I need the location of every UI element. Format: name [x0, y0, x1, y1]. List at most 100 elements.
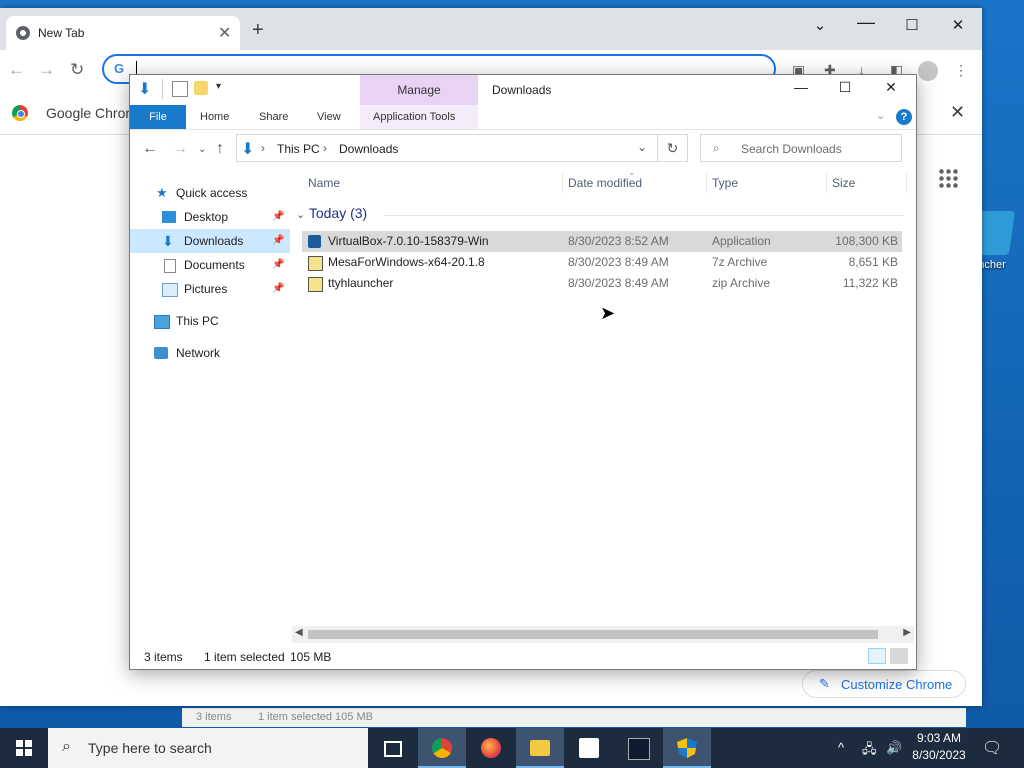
column-divider[interactable] — [906, 173, 907, 193]
address-bar[interactable]: ⬇ › This PC › Downloads ⌄ — [236, 134, 658, 162]
task-view-button[interactable] — [368, 728, 416, 768]
tab-search-icon[interactable]: ⌄ — [800, 16, 840, 34]
horizontal-scrollbar[interactable]: ◀ ▶ — [292, 626, 914, 643]
store-taskbar-button[interactable] — [565, 728, 613, 768]
large-icons-view-icon[interactable] — [890, 648, 908, 664]
chrome-close-button[interactable]: ✕ — [938, 16, 978, 34]
sidebar-item-documents[interactable]: Documents 📌 — [130, 253, 290, 277]
up-icon[interactable]: ↑ — [216, 140, 224, 158]
ribbon-tabs: File Home Share View Application Tools ⌄… — [130, 105, 916, 130]
explorer-title-bar: ⬇ ▾ Manage Downloads — ☐ ✕ — [130, 75, 916, 105]
pin-icon[interactable]: 📌 — [272, 277, 284, 301]
sidebar-item-this-pc[interactable]: This PC — [130, 309, 290, 333]
tab-application-tools[interactable]: Application Tools — [373, 105, 455, 129]
file-date: 8/30/2023 8:49 AM — [568, 276, 669, 290]
explorer-minimize-button[interactable]: — — [778, 79, 824, 95]
virtualbox-icon — [308, 235, 321, 248]
chrome-taskbar-button[interactable] — [418, 728, 466, 768]
pin-icon[interactable]: 📌 — [272, 229, 284, 253]
scroll-thumb[interactable] — [308, 630, 878, 639]
address-dropdown-icon[interactable]: ⌄ — [637, 140, 647, 154]
task-view-icon — [384, 741, 402, 757]
file-name: MesaForWindows-x64-20.1.8 — [328, 255, 485, 269]
scroll-right-icon[interactable]: ▶ — [903, 627, 911, 638]
infobar-close-icon[interactable]: ✕ — [950, 102, 965, 123]
start-button[interactable] — [0, 728, 48, 768]
chrome-menu-icon[interactable]: ⋮ — [954, 62, 968, 79]
tab-file[interactable]: File — [130, 105, 186, 129]
background-status-items: 3 items — [196, 711, 232, 723]
column-header-name[interactable]: Name — [308, 169, 340, 197]
windows-logo-icon — [16, 740, 32, 756]
column-divider[interactable] — [562, 173, 563, 193]
back-icon[interactable]: ← — [142, 140, 158, 158]
pin-icon[interactable]: 📌 — [272, 253, 284, 277]
details-view-icon[interactable] — [868, 648, 886, 664]
tab-view[interactable]: View — [317, 105, 341, 129]
google-apps-icon[interactable] — [938, 168, 958, 188]
group-header[interactable]: ⌄ Today (3) — [296, 205, 367, 221]
explorer-maximize-button[interactable]: ☐ — [822, 79, 868, 96]
manage-contextual-tab[interactable]: Manage — [360, 75, 478, 105]
background-status-bar: 3 items 1 item selected 105 MB — [182, 708, 966, 727]
file-row[interactable]: ttyhlauncher 8/30/2023 8:49 AM zip Archi… — [302, 273, 902, 294]
firefox-icon — [481, 738, 501, 758]
terminal-icon — [628, 738, 650, 760]
scroll-left-icon[interactable]: ◀ — [295, 627, 303, 638]
forward-icon[interactable]: → — [172, 140, 188, 158]
file-row[interactable]: MesaForWindows-x64-20.1.8 8/30/2023 8:49… — [302, 252, 902, 273]
sidebar-item-downloads[interactable]: ⬇ Downloads 📌 — [130, 229, 290, 253]
window-title: Downloads — [492, 83, 552, 97]
sidebar-item-network[interactable]: Network — [130, 341, 290, 365]
sidebar-item-label: Desktop — [184, 210, 229, 224]
installer-taskbar-button[interactable] — [663, 728, 711, 768]
notification-center-icon[interactable]: 🗨 — [982, 738, 1002, 758]
shield-icon — [677, 738, 697, 758]
new-tab-button[interactable]: + — [252, 20, 264, 40]
file-explorer-taskbar-button[interactable] — [516, 728, 564, 768]
reload-icon[interactable]: ↻ — [70, 60, 84, 80]
chrome-maximize-button[interactable]: ☐ — [892, 16, 932, 34]
background-status-selected: 1 item selected 105 MB — [258, 711, 373, 723]
pin-icon[interactable]: 📌 — [272, 205, 284, 229]
file-size: 8,651 KB — [848, 255, 898, 269]
column-divider[interactable] — [826, 173, 827, 193]
column-header-size[interactable]: Size — [832, 169, 855, 197]
tab-home[interactable]: Home — [200, 105, 229, 129]
group-divider — [384, 215, 904, 216]
profile-avatar[interactable] — [918, 61, 938, 81]
show-hidden-icons-icon[interactable]: ^ — [838, 740, 844, 755]
sidebar-item-quick-access[interactable]: ★ Quick access — [130, 181, 290, 205]
firefox-taskbar-button[interactable] — [467, 728, 515, 768]
sidebar-item-desktop[interactable]: Desktop 📌 — [130, 205, 290, 229]
volume-icon[interactable]: 🔊 — [886, 740, 902, 756]
close-tab-icon[interactable]: ✕ — [218, 23, 231, 43]
refresh-icon[interactable]: ↻ — [658, 134, 688, 162]
breadcrumb-this-pc[interactable]: This PC — [277, 142, 320, 156]
tab-share[interactable]: Share — [259, 105, 288, 129]
properties-icon[interactable] — [172, 81, 188, 97]
customize-chrome-button[interactable]: ✎ Customize Chrome — [802, 670, 966, 698]
breadcrumb-downloads[interactable]: Downloads — [339, 142, 398, 156]
forward-arrow-icon[interactable]: → — [38, 60, 55, 80]
sidebar-item-pictures[interactable]: Pictures 📌 — [130, 277, 290, 301]
recent-locations-icon[interactable]: ⌄ — [198, 144, 206, 155]
column-header-type[interactable]: Type — [712, 169, 738, 197]
network-status-icon[interactable]: 🖧 — [862, 740, 877, 762]
explorer-close-button[interactable]: ✕ — [868, 79, 914, 96]
file-row[interactable]: VirtualBox-7.0.10-158379-Win 8/30/2023 8… — [302, 231, 902, 252]
column-header-date-modified[interactable]: Date modified — [568, 169, 642, 197]
help-icon[interactable]: ? — [896, 109, 912, 125]
app-taskbar-button[interactable] — [614, 728, 662, 768]
column-divider[interactable] — [706, 173, 707, 193]
archive-icon — [308, 277, 323, 292]
taskbar-search-input[interactable]: ⌕ Type here to search — [48, 728, 368, 768]
search-input[interactable]: ⌕ Search Downloads — [700, 134, 902, 162]
expand-ribbon-icon[interactable]: ⌄ — [876, 109, 885, 122]
chrome-tab[interactable]: New Tab ✕ — [6, 16, 240, 50]
customize-quick-access-icon[interactable]: ▾ — [216, 81, 221, 92]
clock[interactable]: 9:03 AM 8/30/2023 — [906, 730, 972, 764]
back-arrow-icon[interactable]: ← — [8, 60, 25, 80]
new-folder-icon[interactable] — [194, 81, 208, 95]
chrome-minimize-button[interactable]: — — [846, 12, 886, 33]
